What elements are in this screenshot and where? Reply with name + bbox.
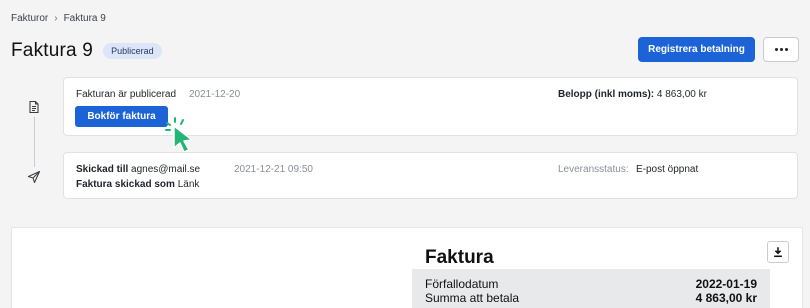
download-button[interactable]: [767, 241, 789, 263]
sent-as-value: Länk: [177, 179, 200, 190]
status-badge: Publicerad: [103, 43, 162, 59]
sent-to-line: Skickad till agnes@mail.se: [76, 164, 200, 175]
more-options-button[interactable]: [763, 37, 799, 62]
download-icon: [774, 247, 782, 258]
breadcrumb-current: Faktura 9: [63, 13, 106, 24]
delivery-status-label: Leveransstatus:: [558, 164, 629, 175]
breadcrumb: Fakturor › Faktura 9: [11, 13, 106, 24]
amount-info: Belopp (inkl moms): 4 863,00 kr: [558, 89, 707, 100]
event-text: Fakturan är publicerad: [76, 89, 177, 100]
amount-value: 4 863,00 kr: [656, 89, 707, 100]
row-label: Förfallodatum: [425, 277, 499, 291]
invoice-preview-title: Faktura: [425, 247, 494, 268]
invoice-preview: Faktura Förfallodatum 2022-01-19 Summa a…: [11, 227, 803, 308]
event-card-published: Fakturan är publicerad 2021-12-20 Belopp…: [63, 77, 798, 153]
row-value: 2022-01-19: [695, 277, 757, 291]
summary-row-due-date: Förfallodatum 2022-01-19: [425, 277, 757, 291]
register-payment-button[interactable]: Registrera betalning: [638, 37, 755, 62]
send-icon: [27, 170, 41, 184]
sent-date: 2021-12-21 09:50: [234, 164, 313, 175]
timeline-line: [34, 117, 35, 167]
sent-as-line: Faktura skickad som Länk: [76, 179, 199, 190]
document-icon: [27, 100, 41, 114]
amount-label: Belopp (inkl moms):: [558, 89, 655, 100]
summary-row-total: Summa att betala 4 863,00 kr: [425, 291, 757, 305]
invoice-summary-table: Förfallodatum 2022-01-19 Summa att betal…: [412, 269, 770, 308]
row-label: Summa att betala: [425, 291, 520, 305]
page-header: Faktura 9 Publicerad: [11, 40, 162, 62]
breadcrumb-separator: ›: [54, 13, 58, 24]
more-dot: [779, 48, 783, 51]
sent-to-email: agnes@mail.se: [131, 164, 201, 175]
sent-to-label: Skickad till: [76, 164, 129, 175]
page-title: Faktura 9: [11, 40, 94, 61]
book-invoice-button[interactable]: Bokför faktura: [75, 106, 168, 127]
row-value: 4 863,00 kr: [695, 291, 757, 305]
cursor-pointer-icon: [164, 115, 200, 155]
event-card-sent: Skickad till agnes@mail.se 2021-12-21 09…: [63, 152, 798, 199]
more-dot: [784, 48, 788, 51]
delivery-status-value: E-post öppnat: [636, 164, 699, 175]
event-date: 2021-12-20: [189, 89, 241, 100]
breadcrumb-link-fakturor[interactable]: Fakturor: [11, 13, 48, 24]
sent-as-label: Faktura skickad som: [76, 179, 175, 190]
more-dots-icon: [774, 48, 778, 51]
